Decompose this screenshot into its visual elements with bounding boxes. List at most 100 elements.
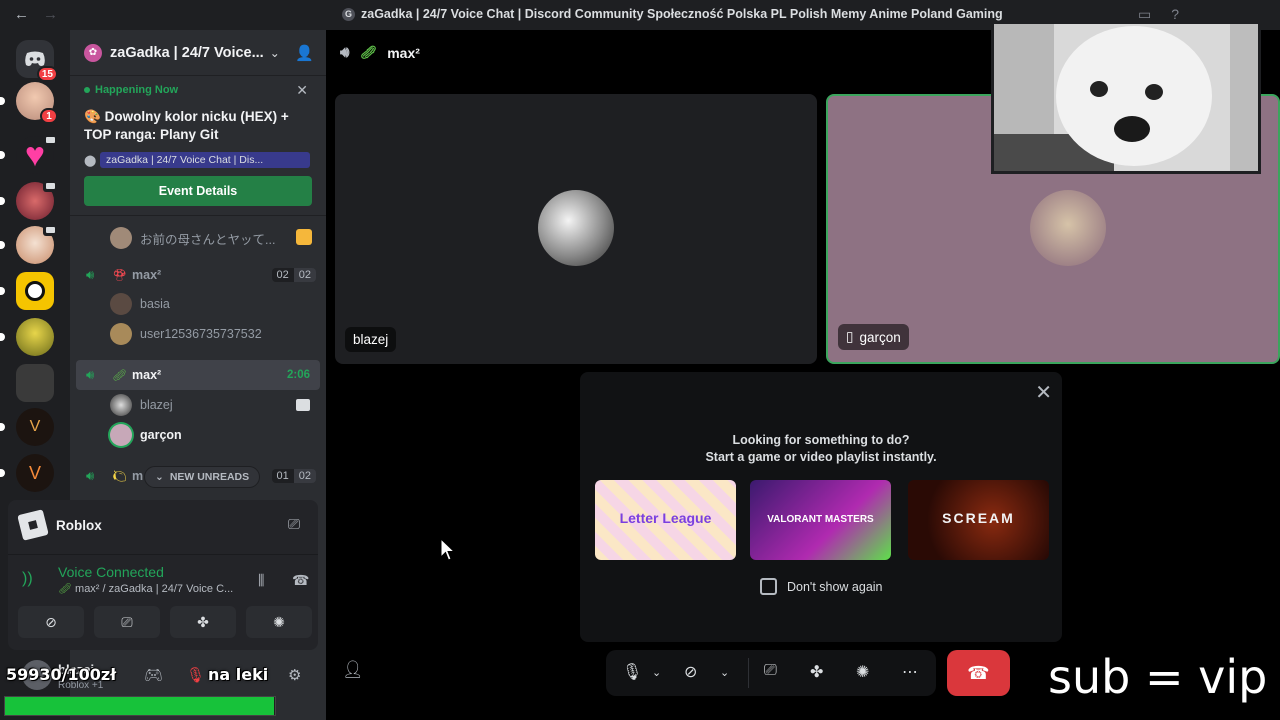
event-location[interactable]: ⬤ zaGadka | 24/7 Voice Chat | Dis... xyxy=(84,152,310,168)
disconnect-button[interactable]: ☎ xyxy=(947,650,1010,696)
mentions-badge: 15 xyxy=(36,66,58,82)
voice-user[interactable]: garçon xyxy=(110,424,182,446)
call-timer: 2:06 xyxy=(286,369,310,381)
voice-channel[interactable]: 🔊︎ 🍄︎ max² 02 02 xyxy=(76,265,320,285)
mic-muted-icon[interactable]: 🎙︎ xyxy=(186,666,205,684)
event-details-button[interactable]: Event Details xyxy=(84,176,312,206)
new-unreads-pill[interactable]: ⌄ NEW UNREADS xyxy=(144,466,261,488)
soundboard-button[interactable]: ✺ xyxy=(246,606,312,638)
chevron-down-icon: ⌄ xyxy=(269,45,280,60)
speaker-icon: 🔊︎ xyxy=(340,44,350,61)
participant-avatar xyxy=(538,190,614,266)
activity-card-scream[interactable]: SCREAM xyxy=(908,480,1049,560)
avatar xyxy=(110,227,132,249)
voice-status[interactable]: Voice Connected xyxy=(58,564,164,580)
chevron-down-icon[interactable]: ⌄ xyxy=(652,666,661,679)
screen-share-icon[interactable]: ⎚ xyxy=(764,662,777,680)
share-screen-icon[interactable]: ⎚ xyxy=(288,516,300,533)
speaker-icon: 🔊︎ xyxy=(86,468,95,483)
server-icon-8[interactable]: V xyxy=(0,408,54,446)
mobile-icon: ▯ xyxy=(846,329,854,344)
server-name: zaGadka | 24/7 Voice... xyxy=(110,44,264,61)
back-arrow-icon[interactable]: ← xyxy=(14,6,29,23)
avatar xyxy=(110,293,132,315)
participant-name: blazej xyxy=(345,327,397,352)
server-small-icon: G xyxy=(342,7,355,21)
activities-popup: ✕ Looking for something to do? Start a g… xyxy=(580,372,1062,642)
camera-off-icon[interactable]: ⊘ xyxy=(684,662,697,682)
server-icon-3[interactable] xyxy=(0,180,57,220)
avatar xyxy=(110,424,132,446)
discord-home-icon[interactable]: 15 xyxy=(16,40,58,82)
location-pin-icon: ⬤ xyxy=(84,155,97,167)
voice-user[interactable]: basia xyxy=(110,293,170,315)
server-icon-9[interactable]: V xyxy=(0,454,54,492)
invite-people-icon[interactable]: 👤 xyxy=(295,44,314,62)
activities-button[interactable]: ✤ xyxy=(170,606,236,638)
activity-card-valorant[interactable]: VALORANT MASTERS xyxy=(750,480,891,560)
donation-purpose-text: na leki xyxy=(208,665,269,684)
noise-suppression-icon[interactable]: ⫼ xyxy=(258,572,264,589)
avatar xyxy=(110,394,132,416)
voice-channel-active[interactable]: 🔊︎ 🥒︎ max² 2:06 xyxy=(76,360,320,390)
mushroom-icon: 🍄︎ xyxy=(112,268,128,282)
participant-avatar xyxy=(1030,190,1106,266)
pickle-icon: 🥒︎ xyxy=(359,44,378,60)
close-icon[interactable]: ✕ xyxy=(296,82,308,99)
event-title: 🎨 Dowolny kolor nicku (HEX) + TOP ranga:… xyxy=(84,109,289,142)
server-icon-4[interactable] xyxy=(0,224,57,264)
speaker-icon: 🔊︎ xyxy=(86,267,95,282)
voice-panel: Roblox ⎚ )) Voice Connected 🥒︎ max² / za… xyxy=(8,500,318,650)
webcam-overlay xyxy=(991,21,1261,174)
avatar xyxy=(110,323,132,345)
server-icon-6[interactable] xyxy=(0,318,54,356)
pickle-icon: 🥒︎ xyxy=(58,583,72,595)
close-icon[interactable]: ✕ xyxy=(1035,380,1052,405)
progress-fill xyxy=(5,697,274,715)
invite-user-icon[interactable]: 👤︎ xyxy=(342,660,364,680)
lemon-icon: 🍋︎ xyxy=(112,469,128,483)
server-icon-5[interactable] xyxy=(0,272,54,310)
activity-card-letter-league[interactable]: Letter League xyxy=(595,480,736,560)
voice-user[interactable]: お前の母さんとヤッて... xyxy=(110,227,275,249)
activity-icon xyxy=(296,229,312,245)
soundboard-icon[interactable]: ✺ xyxy=(856,662,869,682)
window-title: G zaGadka | 24/7 Voice Chat | Discord Co… xyxy=(342,7,1003,21)
roblox-icon xyxy=(17,509,49,541)
participant-name: ▯ garçon xyxy=(838,324,909,350)
server-icon-1[interactable]: 1 xyxy=(0,82,58,124)
forward-arrow-icon[interactable]: → xyxy=(43,6,58,23)
gamepad-icon[interactable]: 🎮︎ xyxy=(144,666,163,684)
pickle-icon: 🥒︎ xyxy=(112,368,128,382)
event-card: Happening Now ✕ 🎨 Dowolny kolor nicku (H… xyxy=(70,76,326,216)
donation-progress-bar xyxy=(4,696,276,716)
sub-vip-overlay-text: sub = vip xyxy=(1048,650,1268,704)
dont-show-again-checkbox[interactable]: Don't show again xyxy=(760,578,883,595)
chevron-down-icon: ⌄ xyxy=(155,471,164,483)
chevron-down-icon[interactable]: ⌄ xyxy=(720,666,729,679)
more-options-icon[interactable]: ⋯ xyxy=(902,662,918,682)
heart-server-icon[interactable]: ♥ xyxy=(0,134,57,174)
donation-goal-text: 59930/100zł xyxy=(6,665,117,684)
speaker-icon: 🔊︎ xyxy=(86,367,95,382)
checkbox[interactable] xyxy=(760,578,777,595)
activities-icon[interactable]: ✤ xyxy=(810,662,823,682)
server-header[interactable]: ✿ zaGadka | 24/7 Voice... ⌄ 👤 xyxy=(70,30,326,76)
mouse-cursor-icon xyxy=(440,538,456,561)
palette-icon: 🎨 xyxy=(84,109,101,124)
voice-header: 🔊︎ 🥒︎ max² xyxy=(340,44,420,61)
current-activity: Roblox xyxy=(17,509,102,541)
voice-channel-path: 🥒︎ max² / zaGadka | 24/7 Voice C... xyxy=(58,583,234,595)
screen-share-icon xyxy=(296,399,310,411)
camera-off-button[interactable]: ⊘ xyxy=(18,606,84,638)
server-icon-7[interactable] xyxy=(16,364,54,402)
settings-gear-icon[interactable]: ⚙ xyxy=(288,666,301,684)
microphone-icon[interactable]: 🎙︎ xyxy=(622,662,642,682)
server-icon: ✿ xyxy=(84,43,102,62)
voice-user[interactable]: user12536735737532 xyxy=(110,323,262,345)
participant-tile[interactable]: blazej xyxy=(335,94,817,364)
voice-user[interactable]: blazej xyxy=(110,394,173,416)
call-controls: 🎙︎ ⌄ ⊘ ⌄ ⎚ ✤ ✺ ⋯ xyxy=(606,650,936,696)
screen-share-button[interactable]: ⎚ xyxy=(94,606,160,638)
disconnect-icon[interactable]: ☎ xyxy=(292,572,309,589)
